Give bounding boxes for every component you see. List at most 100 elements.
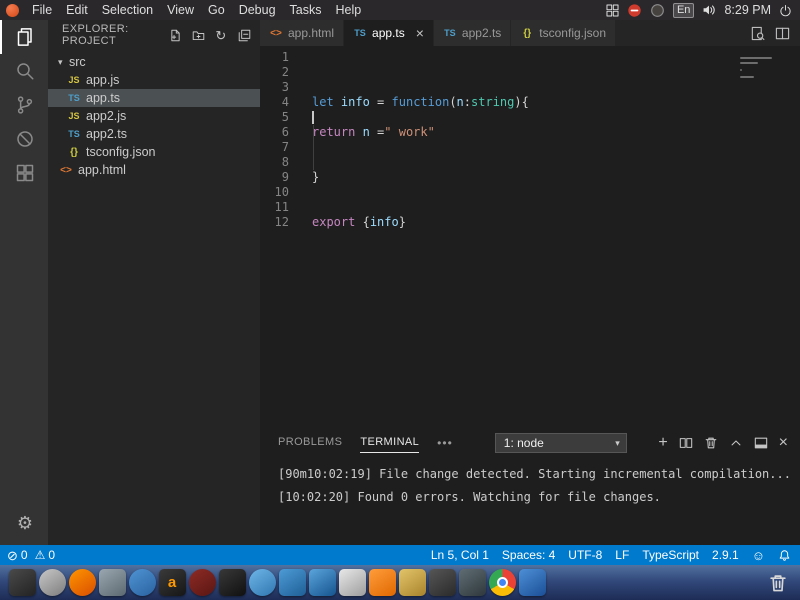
- menu-edit[interactable]: Edit: [59, 0, 95, 20]
- code-line[interactable]: [312, 50, 800, 65]
- dock-icon-media-app[interactable]: [189, 569, 216, 596]
- tab-app.ts[interactable]: TSapp.ts×: [344, 20, 434, 46]
- dock-icon-dark-app[interactable]: [429, 569, 456, 596]
- close-icon[interactable]: ×: [779, 435, 788, 451]
- activity-settings[interactable]: ⚙: [0, 506, 48, 540]
- problems-errors[interactable]: ⊘ 0: [7, 548, 28, 562]
- code-line[interactable]: [312, 80, 800, 95]
- volume-icon[interactable]: [702, 3, 716, 17]
- terminal-selector[interactable]: 1: node ▾: [495, 433, 627, 453]
- activity-extensions[interactable]: [0, 156, 48, 190]
- dock-icon-updater[interactable]: [129, 569, 156, 596]
- dock-icon-inkscape[interactable]: [459, 569, 486, 596]
- code-area[interactable]: let info = function(n:string){ return n =…: [298, 46, 800, 428]
- menu-debug[interactable]: Debug: [232, 0, 283, 20]
- trash-icon[interactable]: [767, 572, 789, 594]
- collapse-all-icon[interactable]: [236, 27, 252, 43]
- status-2-9-1[interactable]: 2.9.1: [712, 548, 739, 562]
- dock-icon-deluge[interactable]: [249, 569, 276, 596]
- dock-icon-chrome[interactable]: [489, 569, 516, 596]
- clock[interactable]: 8:29 PM: [724, 3, 771, 17]
- refresh-icon[interactable]: ↻: [213, 27, 229, 43]
- activity-search[interactable]: [0, 54, 48, 88]
- dock-icon-image-tool[interactable]: [99, 569, 126, 596]
- chevron-up-icon[interactable]: [729, 436, 743, 450]
- more-actions-icon[interactable]: •••: [437, 436, 453, 450]
- dock-icon-document-viewer[interactable]: [339, 569, 366, 596]
- json-file-icon: {}: [66, 147, 82, 158]
- dock-icon-file-manager[interactable]: [9, 569, 36, 596]
- code-line[interactable]: [312, 140, 800, 155]
- do-not-disturb-icon[interactable]: [627, 3, 642, 18]
- problems-warnings[interactable]: ⚠ 0: [35, 548, 55, 562]
- terminal-output[interactable]: [90m10:02:19] File change detected. Star…: [260, 467, 800, 504]
- menu-file[interactable]: File: [25, 0, 59, 20]
- code-line[interactable]: [312, 65, 800, 80]
- new-file-icon[interactable]: [167, 27, 183, 43]
- preview-icon[interactable]: [749, 25, 765, 41]
- keyboard-layout-indicator[interactable]: En: [673, 3, 694, 18]
- power-icon[interactable]: [779, 4, 792, 17]
- dock-icon-blue-app[interactable]: [519, 569, 546, 596]
- window-control-icon[interactable]: [6, 4, 19, 17]
- code-line[interactable]: }: [312, 170, 800, 185]
- tab-app2.ts[interactable]: TSapp2.ts: [434, 20, 511, 46]
- activity-bar-bottom: ⚙: [0, 506, 48, 540]
- editor-tabs: <>app.htmlTSapp.ts×TSapp2.ts{}tsconfig.j…: [260, 20, 616, 46]
- tree-item-app2.ts[interactable]: TSapp2.ts: [48, 125, 260, 143]
- activity-debug[interactable]: [0, 122, 48, 156]
- tab-tsconfig.json[interactable]: {}tsconfig.json: [511, 20, 616, 46]
- code-line[interactable]: export {info}: [312, 215, 800, 230]
- dock-icon-firefox[interactable]: [69, 569, 96, 596]
- new-folder-icon[interactable]: [190, 27, 206, 43]
- ts-file-icon: TS: [353, 28, 367, 38]
- code-line[interactable]: return n =" work": [312, 125, 800, 140]
- notifications-bell-icon[interactable]: [778, 549, 791, 562]
- warning-count: 0: [48, 548, 55, 562]
- panel-icon[interactable]: [754, 436, 768, 450]
- workspace-grid-icon[interactable]: [606, 4, 619, 17]
- minimap[interactable]: [738, 50, 794, 250]
- activity-explorer[interactable]: [0, 20, 48, 54]
- code-line[interactable]: let info = function(n:string){: [312, 95, 800, 110]
- code-line[interactable]: [312, 110, 800, 125]
- split-editor-icon[interactable]: [774, 25, 790, 41]
- split-icon[interactable]: [679, 436, 693, 450]
- dock-icon-vlc[interactable]: [369, 569, 396, 596]
- menu-view[interactable]: View: [160, 0, 201, 20]
- tree-item-app.js[interactable]: JSapp.js: [48, 71, 260, 89]
- status-utf-8[interactable]: UTF-8: [568, 548, 602, 562]
- code-editor[interactable]: 123456789101112 let info = function(n:st…: [260, 46, 800, 428]
- code-line[interactable]: [312, 185, 800, 200]
- tree-item-src[interactable]: ▾src: [48, 53, 260, 71]
- dock-icon-office-app[interactable]: [279, 569, 306, 596]
- feedback-smiley-icon[interactable]: ☺: [752, 549, 765, 562]
- dock-icon-terminal-app[interactable]: [219, 569, 246, 596]
- tree-item-app.ts[interactable]: TSapp.ts: [48, 89, 260, 107]
- tree-item-app2.js[interactable]: JSapp2.js: [48, 107, 260, 125]
- tab-app.html[interactable]: <>app.html: [260, 20, 344, 46]
- status-ln-5-col-1[interactable]: Ln 5, Col 1: [431, 548, 489, 562]
- menu-help[interactable]: Help: [329, 0, 369, 20]
- activity-source-control[interactable]: [0, 88, 48, 122]
- code-line[interactable]: [312, 200, 800, 215]
- trash-icon[interactable]: [704, 436, 718, 450]
- status-lf[interactable]: LF: [615, 548, 629, 562]
- status-spaces-4[interactable]: Spaces: 4: [502, 548, 555, 562]
- indicator-circle-icon[interactable]: [650, 3, 665, 18]
- panel-tab-terminal[interactable]: TERMINAL: [360, 433, 419, 453]
- panel-tab-problems[interactable]: PROBLEMS: [278, 433, 342, 453]
- menu-go[interactable]: Go: [201, 0, 232, 20]
- dock-icon-settings[interactable]: [39, 569, 66, 596]
- close-icon[interactable]: ×: [416, 26, 424, 40]
- dock-icon-draw-tool[interactable]: [399, 569, 426, 596]
- menu-tasks[interactable]: Tasks: [283, 0, 329, 20]
- dock-icon-amazon[interactable]: a: [159, 569, 186, 596]
- status-typescript[interactable]: TypeScript: [642, 548, 699, 562]
- plus-icon[interactable]: +: [658, 435, 667, 451]
- code-line[interactable]: [312, 155, 800, 170]
- menu-selection[interactable]: Selection: [95, 0, 160, 20]
- tree-item-app.html[interactable]: <>app.html: [48, 161, 260, 179]
- dock-icon-writer[interactable]: [309, 569, 336, 596]
- tree-item-tsconfig.json[interactable]: {}tsconfig.json: [48, 143, 260, 161]
